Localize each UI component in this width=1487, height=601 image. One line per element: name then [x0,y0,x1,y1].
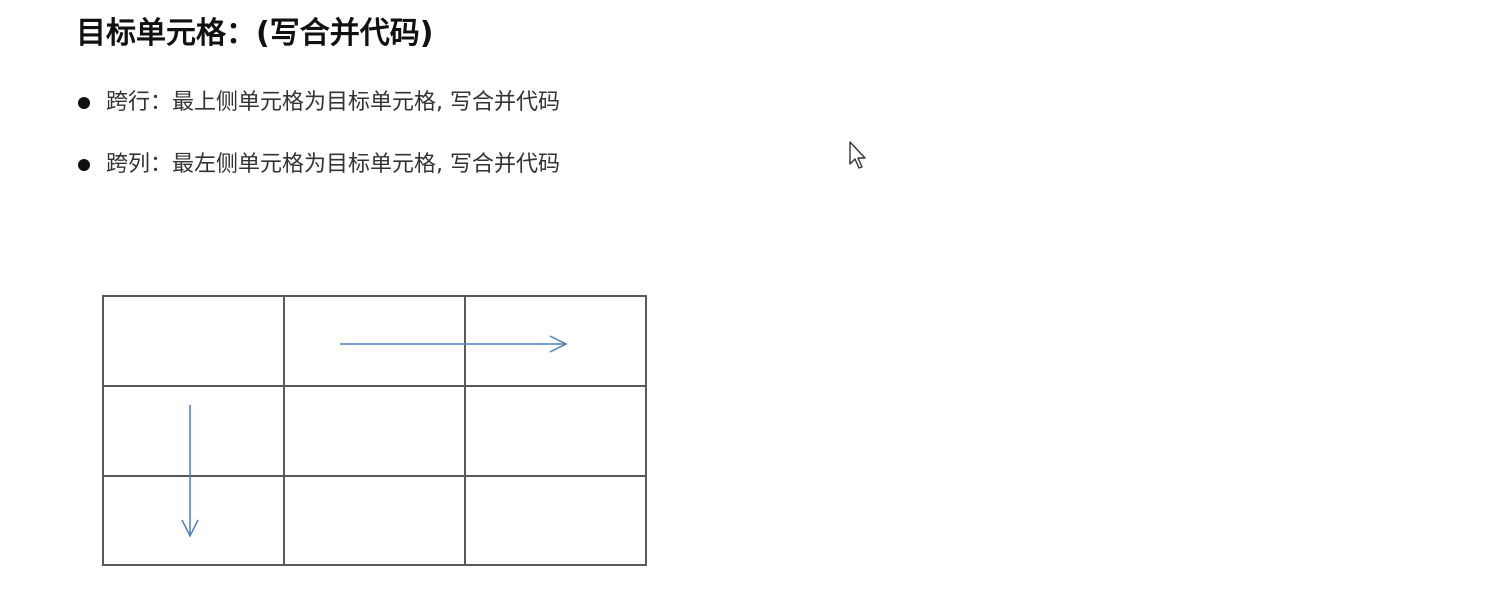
bullet-list: 跨行：最上侧单元格为目标单元格, 写合并代码 跨列：最左侧单元格为目标单元格, … [76,86,560,210]
arrow-down-icon [181,405,199,538]
slide-title: 目标单元格：(写合并代码) [76,16,434,51]
bullet-text-col-span: 跨列：最左侧单元格为目标单元格, 写合并代码 [106,152,560,177]
arrow-right-icon [340,335,568,353]
mouse-pointer-icon [849,141,866,169]
bullet-item-row-span: 跨行：最上侧单元格为目标单元格, 写合并代码 [76,86,560,120]
bullet-text-row-span: 跨行：最上侧单元格为目标单元格, 写合并代码 [106,90,560,115]
table-span-diagram [102,295,647,566]
bullet-dot-icon [78,97,90,109]
bullet-item-col-span: 跨列：最左侧单元格为目标单元格, 写合并代码 [76,148,560,182]
bullet-dot-icon [78,159,90,171]
